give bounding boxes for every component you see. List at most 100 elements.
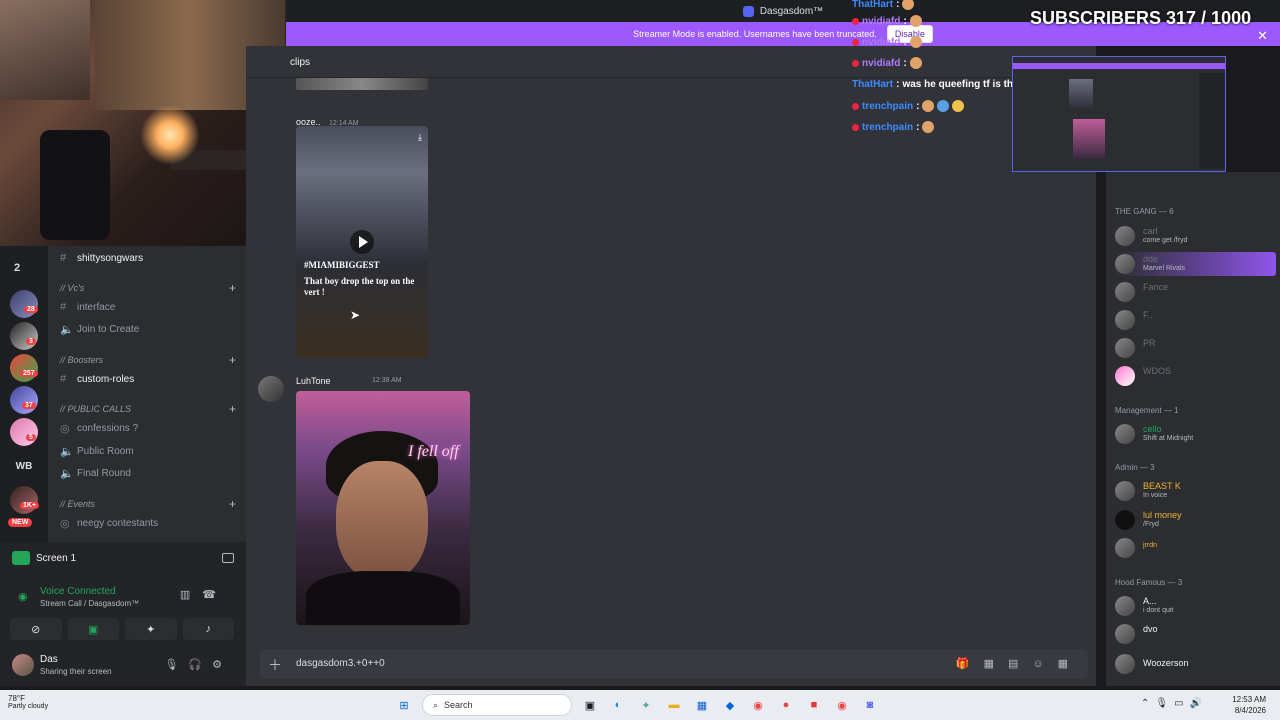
channel-label: confessions ? xyxy=(77,422,139,434)
system-tray[interactable]: ⌃🎙▭🔊 xyxy=(1141,698,1208,709)
server-icon[interactable] xyxy=(10,354,38,382)
add-channel-icon[interactable]: + xyxy=(229,281,236,295)
avatar[interactable] xyxy=(12,654,34,676)
activities-button[interactable]: ✦ xyxy=(125,618,177,640)
category-boosters[interactable]: // Boosters + xyxy=(60,353,240,367)
mention-badge: 5 xyxy=(26,434,36,441)
attachment-thumbnail[interactable] xyxy=(296,78,428,90)
composer-tools[interactable]: 🎁▦▤☺▦ xyxy=(956,657,1082,670)
member-item[interactable]: Woozerson xyxy=(1114,652,1276,676)
scrollbar[interactable] xyxy=(1098,536,1102,632)
voice-connection: ◉ Voice Connected Stream Call / Dasgasdo… xyxy=(14,584,236,614)
channel-neegy-contestants[interactable]: ◎ neegy contestants xyxy=(48,513,246,533)
taskbar-apps: ⊞ ⌕ Search ▣ ◐ ✦ ▬ ▦ ◆ ◉ ● ■ ◉ ◙ xyxy=(394,694,880,716)
channel-shittysongwars[interactable]: # shittysongwars xyxy=(48,248,246,268)
camera-off-button[interactable]: ⊘ xyxy=(10,618,62,640)
member-item[interactable]: lul money /Fryd xyxy=(1114,508,1276,532)
file-explorer-icon[interactable]: ▬ xyxy=(664,695,684,715)
mention-badge: 257 xyxy=(20,370,38,377)
download-icon[interactable]: ⤓ xyxy=(418,132,422,143)
channel-interface[interactable]: # interface xyxy=(48,297,246,317)
category-label: // Vc's xyxy=(60,283,85,293)
avatar xyxy=(1115,654,1135,674)
video-attachment[interactable]: I fell off xyxy=(296,391,470,625)
member-item[interactable]: dde Marvel Rivals xyxy=(1114,252,1276,276)
member-item[interactable]: F.. xyxy=(1114,308,1276,332)
member-activity: Shift at Midnight xyxy=(1143,435,1194,442)
server-icon[interactable] xyxy=(10,418,38,446)
member-item[interactable]: dvo xyxy=(1114,622,1276,646)
channel-label: shittysongwars xyxy=(77,252,144,264)
user-controls[interactable]: 🎙🎧⚙ xyxy=(164,658,232,671)
category-public-calls[interactable]: // PUBLIC CALLS + xyxy=(60,402,240,416)
soundboard-button[interactable]: ♪ xyxy=(182,618,234,640)
member-group-title: THE GANG — 6 xyxy=(1115,207,1174,216)
add-channel-icon[interactable]: + xyxy=(229,402,236,416)
weather-widget[interactable]: 78°F Partly cloudy xyxy=(8,694,48,710)
task-view-icon[interactable]: ▣ xyxy=(580,695,600,715)
member-item[interactable]: BEAST K In voice xyxy=(1114,479,1276,503)
member-list: THE GANG — 6 carl come get /fryd dde Mar… xyxy=(1106,172,1280,686)
channel-join-to-create[interactable]: 🔈 Join to Create xyxy=(48,319,246,339)
user-panel[interactable]: Das Sharing their screen 🎙🎧⚙ xyxy=(10,650,236,680)
member-item[interactable]: Fance xyxy=(1114,280,1276,304)
channel-confessions[interactable]: ◎ confessions ? xyxy=(48,418,246,438)
message-composer[interactable]: ＋ dasgasdom3.+0++0 🎁▦▤☺▦ xyxy=(260,649,1088,679)
member-group-title: Hood Famous — 3 xyxy=(1115,578,1183,587)
server-icon[interactable] xyxy=(10,290,38,318)
member-item[interactable]: jrrdn xyxy=(1114,536,1276,560)
member-item[interactable]: PR xyxy=(1114,336,1276,360)
server-wb[interactable]: WB xyxy=(10,452,38,480)
neon-sign-text: I fell off xyxy=(408,443,459,460)
windows-start-icon[interactable]: ⊞ xyxy=(394,695,414,715)
add-channel-icon[interactable]: + xyxy=(229,497,236,511)
add-channel-icon[interactable]: + xyxy=(229,353,236,367)
play-icon[interactable] xyxy=(350,230,374,254)
member-item[interactable]: cello Shift at Midnight xyxy=(1114,422,1276,446)
popout-icon[interactable] xyxy=(222,553,234,563)
category-events[interactable]: // Events + xyxy=(60,497,240,511)
channel-final-round[interactable]: 🔈 Final Round xyxy=(48,463,246,483)
obs-icon[interactable]: ● xyxy=(776,695,796,715)
member-name: jrrdn xyxy=(1143,542,1158,549)
screen-share-item[interactable]: Screen 1 xyxy=(12,548,234,568)
avatar xyxy=(1115,624,1135,644)
edge-icon[interactable]: ◐ xyxy=(608,695,628,715)
taskbar-clock[interactable]: 12:53 AM 8/4/2026 xyxy=(1232,694,1266,716)
member-item[interactable]: WDOS xyxy=(1114,364,1276,388)
server-icon[interactable] xyxy=(10,486,38,514)
channel-public-room[interactable]: 🔈 Public Room xyxy=(48,441,246,461)
vscode-icon[interactable]: ◆ xyxy=(720,695,740,715)
composer-input[interactable]: dasgasdom3.+0++0 xyxy=(296,658,385,669)
voice-controls[interactable]: ▥☎ xyxy=(180,588,228,601)
category-vcs[interactable]: // Vc's + xyxy=(60,281,240,295)
discord-icon[interactable]: ◙ xyxy=(860,695,880,715)
avatar xyxy=(1115,366,1135,386)
message-author[interactable]: LuhTone xyxy=(296,376,331,386)
copilot-icon[interactable]: ✦ xyxy=(636,695,656,715)
member-item[interactable]: A... i dont quit xyxy=(1114,594,1276,618)
attach-icon[interactable]: ＋ xyxy=(268,655,282,675)
chrome-icon[interactable]: ◉ xyxy=(832,695,852,715)
member-item[interactable]: carl come get /fryd xyxy=(1114,224,1276,248)
server-icon[interactable] xyxy=(10,386,38,414)
voice-status[interactable]: Voice Connected xyxy=(40,586,116,597)
server-icon[interactable] xyxy=(10,322,38,350)
chrome-icon[interactable]: ◉ xyxy=(748,695,768,715)
screen-preview xyxy=(1012,56,1226,172)
close-icon[interactable]: ✕ xyxy=(1257,28,1268,44)
member-name: WDOS xyxy=(1143,366,1171,376)
avatar[interactable] xyxy=(258,376,284,402)
store-icon[interactable]: ▦ xyxy=(692,695,712,715)
voice-channel[interactable]: Stream Call / Dasgasdom™ xyxy=(40,599,139,608)
chat-line: ThatHart: was he queefing tf is that xyxy=(852,78,1022,90)
video-attachment[interactable]: ⤓ #MIAMIBIGGEST That boy drop the top on… xyxy=(296,126,428,358)
preview-banner xyxy=(1013,63,1225,69)
taskbar-search[interactable]: ⌕ Search xyxy=(422,694,572,716)
chat-user: ThatHart xyxy=(852,78,894,90)
stop-stream-button[interactable]: ▣ xyxy=(67,618,119,640)
app-icon[interactable]: ■ xyxy=(804,695,824,715)
hash-icon: # xyxy=(60,301,67,313)
new-badge: NEW xyxy=(8,518,33,527)
channel-custom-roles[interactable]: # custom-roles xyxy=(48,369,246,389)
